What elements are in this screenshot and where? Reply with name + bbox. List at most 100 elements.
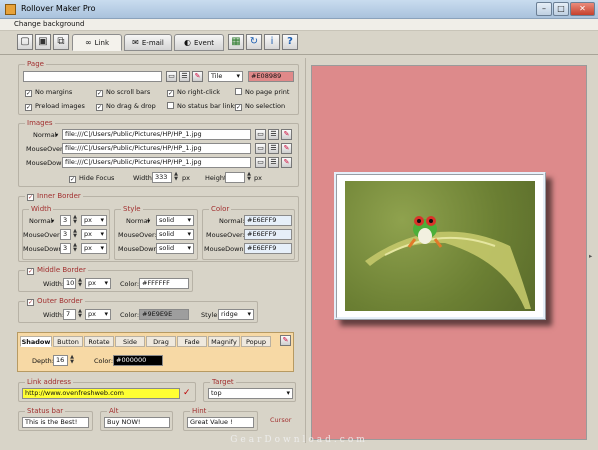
outer-width-field[interactable]: 7 <box>63 309 76 320</box>
inner-unit-mousedown[interactable]: px <box>81 243 107 254</box>
spinner[interactable]: ▲ ▼ <box>77 309 83 320</box>
inner-style-normal[interactable]: solid <box>156 215 194 226</box>
inner-style-normal-label: Normal <box>126 217 150 225</box>
no-scroll-bars-checkbox[interactable]: ✓ No scroll bars <box>96 88 150 97</box>
image-normal-path[interactable]: file:///C|/Users/Public/Pictures/HP/HP_1… <box>62 129 251 140</box>
clear-icon[interactable]: ✎ <box>192 71 203 82</box>
no-page-print-checkbox[interactable]: No page print <box>235 88 289 96</box>
info-icon[interactable]: i <box>264 34 280 50</box>
page-background-path[interactable] <box>23 71 162 82</box>
browse-icon[interactable]: ☰ <box>179 71 190 82</box>
tab-email[interactable]: ✉ E-mail <box>124 34 172 51</box>
middle-width-field[interactable]: 10 <box>63 278 76 289</box>
page-color-field[interactable]: #E08989 <box>248 71 294 82</box>
open-folder-icon[interactable]: ▭ <box>255 129 266 140</box>
spinner[interactable]: ▲ ▼ <box>69 355 75 366</box>
hide-focus-checkbox[interactable]: ✓ Hide Focus <box>69 174 114 183</box>
spinner[interactable]: ▲ ▼ <box>77 278 83 289</box>
inner-width-mouseover[interactable]: 3 <box>60 229 71 240</box>
save-icon[interactable]: ▣ <box>35 34 51 50</box>
new-icon[interactable]: ▢ <box>17 34 33 50</box>
export-icon[interactable]: ⧉ <box>53 34 69 50</box>
clear-icon[interactable]: ✎ <box>281 129 292 140</box>
chevron-down-icon[interactable]: ▾ <box>55 131 58 139</box>
no-right-click-checkbox[interactable]: ✓ No right-click <box>167 88 220 97</box>
open-folder-icon[interactable]: ▭ <box>166 71 177 82</box>
inner-color-normal[interactable]: #E6EFF9 <box>244 215 292 226</box>
tab-link[interactable]: ∞ Link <box>72 34 122 51</box>
link-url-field[interactable]: http://www.ovenfreshweb.com <box>22 388 180 399</box>
depth-field[interactable]: 16 <box>53 355 68 366</box>
outer-border-legend[interactable]: ✓ Outer Border <box>25 297 85 306</box>
spinner[interactable]: ▲ ▼ <box>72 229 78 240</box>
hint-field[interactable]: Great Value ! <box>187 417 254 428</box>
shadow-color-field[interactable]: #000000 <box>113 355 163 366</box>
tab-button[interactable]: Button <box>53 336 83 347</box>
width-spinner[interactable]: ▲ ▼ <box>173 172 179 183</box>
no-selection-checkbox[interactable]: ✓ No selection <box>235 102 285 111</box>
browse-icon[interactable]: ☰ <box>268 143 279 154</box>
tab-event[interactable]: ◐ Event <box>174 34 224 51</box>
inner-unit-mouseover[interactable]: px <box>81 229 107 240</box>
no-status-bar-links-checkbox[interactable]: No status bar links <box>167 102 238 110</box>
status-bar-legend: Status bar <box>25 407 66 415</box>
refresh-icon[interactable]: ↻ <box>246 34 262 50</box>
clear-icon[interactable]: ✎ <box>281 157 292 168</box>
image-height-field[interactable] <box>225 172 245 183</box>
height-spinner[interactable]: ▲ ▼ <box>246 172 252 183</box>
target-select[interactable]: top <box>208 388 293 399</box>
alt-field[interactable]: Buy NOW! <box>104 417 170 428</box>
inner-width-normal[interactable]: 3 <box>60 215 71 226</box>
tab-side[interactable]: Side <box>115 336 145 347</box>
inner-color-mouseover[interactable]: #E6EFF9 <box>244 229 292 240</box>
cursor-label[interactable]: Cursor <box>270 416 291 424</box>
help-icon[interactable]: ? <box>282 34 298 50</box>
tab-rotate[interactable]: Rotate <box>84 336 114 347</box>
outer-color-field[interactable]: #9E9E9E <box>139 309 189 320</box>
image-mouseover-path[interactable]: file:///C|/Users/Public/Pictures/HP/HP_1… <box>62 143 251 154</box>
inner-unit-normal[interactable]: px <box>81 215 107 226</box>
minimize-button[interactable]: – <box>536 2 552 16</box>
tab-drag[interactable]: Drag <box>146 336 176 347</box>
open-folder-icon[interactable]: ▭ <box>255 157 266 168</box>
inner-style-mouseover[interactable]: solid <box>156 229 194 240</box>
middle-unit-select[interactable]: px <box>85 278 111 289</box>
chevron-down-icon[interactable]: ▾ <box>147 217 150 225</box>
clear-icon[interactable]: ✎ <box>281 143 292 154</box>
tab-popup[interactable]: Popup <box>241 336 271 347</box>
menu-change-background[interactable]: Change background <box>14 20 84 28</box>
rollover-image-frame[interactable] <box>334 172 546 320</box>
close-button[interactable]: ✕ <box>570 2 595 16</box>
chevron-down-icon[interactable]: ▾ <box>51 217 54 225</box>
no-drag-drop-checkbox[interactable]: ✓ No drag & drop <box>96 102 156 111</box>
preview-icon[interactable]: ▦ <box>228 34 244 50</box>
outer-unit-select[interactable]: px <box>85 309 111 320</box>
inner-width-mousedown[interactable]: 3 <box>60 243 71 254</box>
image-mousedown-path[interactable]: file:///C|/Users/Public/Pictures/HP/HP_1… <box>62 157 251 168</box>
inner-border-legend[interactable]: ✓ Inner Border <box>25 192 83 201</box>
spinner[interactable]: ▲ ▼ <box>72 215 78 226</box>
status-bar-field[interactable]: This is the Best! <box>22 417 89 428</box>
tab-magnify[interactable]: Magnify <box>208 336 240 347</box>
tab-shadow[interactable]: Shadow <box>20 336 52 347</box>
chevron-right-icon[interactable]: ▸ <box>589 252 592 260</box>
browse-icon[interactable]: ☰ <box>268 129 279 140</box>
middle-border-legend[interactable]: ✓ Middle Border <box>25 266 88 275</box>
check-icon[interactable]: ✓ <box>183 388 191 398</box>
outer-style-select[interactable]: ridge <box>218 309 254 320</box>
image-width-field[interactable]: 333 <box>152 172 172 183</box>
no-margins-checkbox[interactable]: ✓ No margins <box>25 88 72 97</box>
inner-color-mousedown[interactable]: #E6EFF9 <box>244 243 292 254</box>
effects-reset-icon[interactable]: ✎ <box>280 335 291 346</box>
browse-icon[interactable]: ☰ <box>268 157 279 168</box>
event-icon: ◐ <box>183 38 191 47</box>
tile-select[interactable]: Tile <box>208 71 243 82</box>
open-folder-icon[interactable]: ▭ <box>255 143 266 154</box>
inner-style-mousedown[interactable]: solid <box>156 243 194 254</box>
splitter[interactable] <box>305 58 306 443</box>
maximize-button[interactable]: □ <box>553 2 569 16</box>
middle-color-field[interactable]: #FFFFFF <box>139 278 189 289</box>
spinner[interactable]: ▲ ▼ <box>72 243 78 254</box>
preload-images-checkbox[interactable]: ✓ Preload images <box>25 102 85 111</box>
tab-fade[interactable]: Fade <box>177 336 207 347</box>
